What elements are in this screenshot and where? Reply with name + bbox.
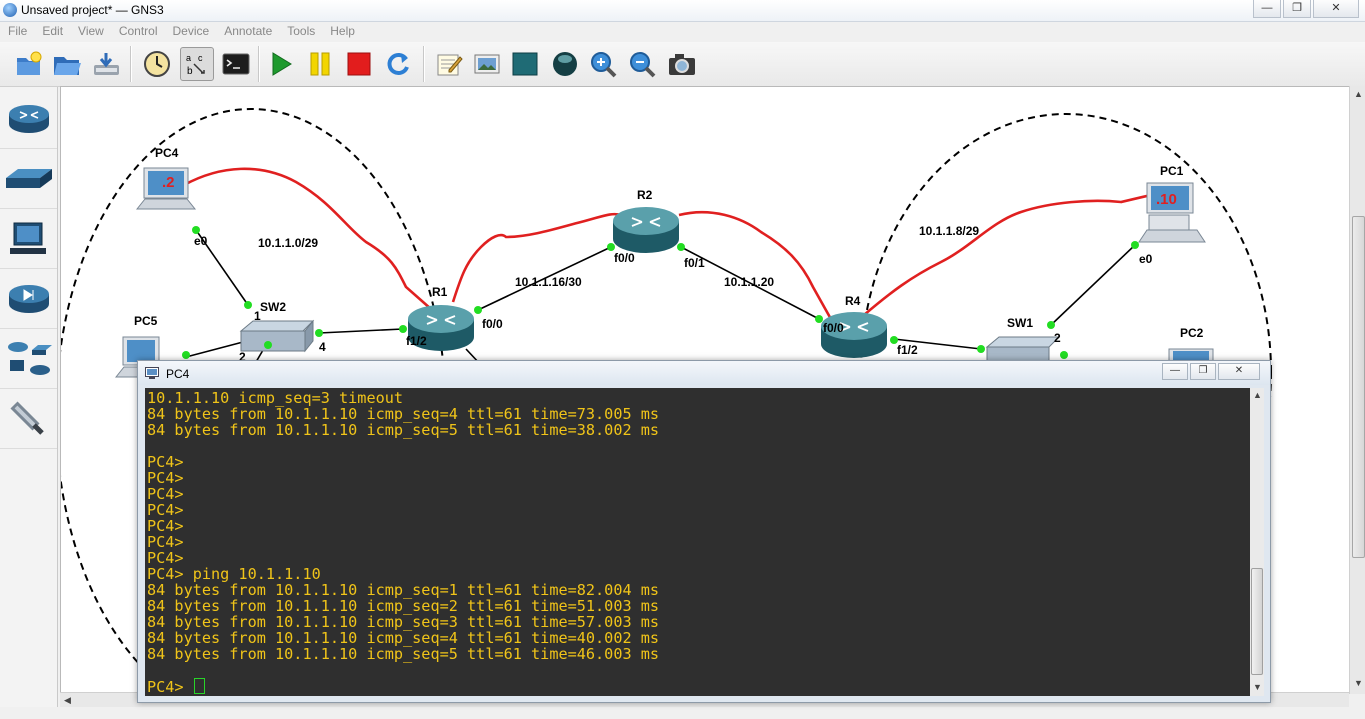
capture-trace-r4-pc1 bbox=[863, 193, 1152, 316]
scroll-down-arrow-icon[interactable]: ▼ bbox=[1354, 678, 1363, 688]
suspend-all-icon[interactable] bbox=[303, 47, 337, 81]
stop-all-icon[interactable] bbox=[342, 47, 376, 81]
sw2-device bbox=[239, 319, 315, 353]
scroll-up-arrow-icon[interactable]: ▲ bbox=[1354, 89, 1363, 99]
terminal-prompt: PC4> bbox=[147, 678, 193, 696]
port-label-sw2-1: 1 bbox=[254, 309, 261, 323]
port-label-sw1-2: 2 bbox=[1054, 331, 1061, 345]
snapshot-icon[interactable] bbox=[140, 47, 174, 81]
console-maximize-button[interactable]: ❐ bbox=[1190, 363, 1216, 380]
r1-label: R1 bbox=[432, 285, 448, 299]
save-project-icon[interactable] bbox=[89, 47, 123, 81]
svg-text:b: b bbox=[187, 66, 193, 77]
main-toolbar: acb bbox=[0, 42, 1365, 87]
terminal-scroll-up-icon[interactable]: ▲ bbox=[1253, 390, 1262, 400]
pc2-label: PC2 bbox=[1180, 326, 1204, 340]
sw2-label: SW2 bbox=[260, 300, 287, 314]
minimize-button[interactable]: — bbox=[1253, 0, 1281, 18]
pc4-console-window[interactable]: PC4 — ❐ ✕ 10.1.1.10 icmp_seq=3 timeout 8… bbox=[137, 360, 1271, 703]
menu-device[interactable]: Device bbox=[165, 22, 217, 41]
port-label-sw2-4: 4 bbox=[319, 340, 326, 354]
console-titlebar[interactable]: PC4 — ❐ ✕ bbox=[138, 361, 1270, 385]
all-devices-icon[interactable] bbox=[0, 330, 57, 389]
pc4-screen-label: .2 bbox=[162, 174, 175, 191]
open-project-icon[interactable] bbox=[50, 47, 84, 81]
console-minimize-button[interactable]: — bbox=[1162, 363, 1188, 380]
terminal-scroll-down-icon[interactable]: ▼ bbox=[1253, 682, 1262, 692]
reload-all-icon[interactable] bbox=[381, 47, 415, 81]
subnet-label-r2-r4[interactable]: 10.1.1.20 bbox=[724, 275, 774, 289]
security-device-icon[interactable] bbox=[0, 270, 57, 329]
menu-tools[interactable]: Tools bbox=[279, 22, 322, 41]
subnet-label-left[interactable]: 10.1.1.0/29 bbox=[258, 236, 318, 250]
terminal-text: 10.1.1.10 icmp_seq=3 timeout 84 bytes fr… bbox=[145, 388, 1257, 695]
maximize-button[interactable]: ❐ bbox=[1283, 0, 1311, 18]
port-label-r2-f01: f0/1 bbox=[684, 256, 705, 270]
status-bar bbox=[0, 707, 1365, 719]
show-interface-labels-icon[interactable]: acb bbox=[180, 47, 214, 81]
r2-label: R2 bbox=[637, 188, 653, 202]
pc4-label: PC4 bbox=[155, 146, 179, 160]
sw1-label: SW1 bbox=[1007, 316, 1034, 330]
menu-view[interactable]: View bbox=[70, 22, 111, 41]
menu-help[interactable]: Help bbox=[322, 22, 362, 41]
console-all-icon[interactable] bbox=[219, 47, 253, 81]
console-window-icon bbox=[145, 367, 159, 379]
close-button[interactable]: ✕ bbox=[1313, 0, 1359, 18]
r2-device bbox=[613, 207, 679, 253]
start-all-icon[interactable] bbox=[264, 47, 298, 81]
add-note-icon[interactable] bbox=[432, 47, 466, 81]
menu-edit[interactable]: Edit bbox=[34, 22, 70, 41]
window-titlebar: Unsaved project* — GNS3 — ❐ ✕ bbox=[0, 0, 1365, 22]
port-label-r1-f12: f1/2 bbox=[406, 334, 427, 348]
terminal-scrollbar[interactable]: ▲ ▼ bbox=[1250, 388, 1264, 696]
port-label-r4-f12: f1/2 bbox=[897, 343, 918, 357]
pc1-screen-label: .10 bbox=[1156, 191, 1177, 208]
switch-icon[interactable] bbox=[0, 150, 57, 209]
end-device-icon[interactable] bbox=[0, 210, 57, 269]
port-label-r1-f00: f0/0 bbox=[482, 317, 503, 331]
draw-ellipse-icon[interactable] bbox=[548, 47, 582, 81]
insert-picture-icon[interactable] bbox=[470, 47, 504, 81]
subnet-label-right[interactable]: 10.1.1.8/29 bbox=[919, 224, 979, 238]
menu-annotate[interactable]: Annotate bbox=[216, 22, 279, 41]
port-label-r4-f00: f0/0 bbox=[823, 321, 844, 335]
terminal-scroll-thumb[interactable] bbox=[1251, 568, 1263, 675]
gns3-app-icon bbox=[3, 3, 17, 17]
menu-bar: File Edit View Control Device Annotate T… bbox=[0, 22, 1365, 41]
menu-control[interactable]: Control bbox=[111, 22, 165, 41]
menu-file[interactable]: File bbox=[0, 22, 34, 41]
port-label-pc4-e0: e0 bbox=[194, 234, 208, 248]
draw-rectangle-icon[interactable] bbox=[508, 47, 542, 81]
svg-text:c: c bbox=[198, 53, 203, 63]
new-project-icon[interactable] bbox=[11, 47, 45, 81]
zoom-in-icon[interactable] bbox=[587, 47, 621, 81]
port-label-pc1-e0: e0 bbox=[1139, 252, 1153, 266]
terminal-line: 84 bytes from 10.1.1.10 icmp_seq=5 ttl=6… bbox=[147, 645, 660, 663]
pc1-label: PC1 bbox=[1160, 164, 1184, 178]
r4-device bbox=[821, 312, 887, 358]
console-title: PC4 bbox=[166, 367, 190, 381]
terminal-line: 84 bytes from 10.1.1.10 icmp_seq=5 ttl=6… bbox=[147, 421, 660, 439]
canvas-vertical-scrollbar[interactable]: ▲ ▼ bbox=[1349, 86, 1365, 694]
add-link-icon[interactable] bbox=[0, 390, 57, 449]
subnet-label-r1-r2[interactable]: 10.1.1.16/30 bbox=[515, 275, 582, 289]
scroll-left-arrow-icon[interactable]: ◀ bbox=[64, 695, 71, 706]
console-close-button[interactable]: ✕ bbox=[1218, 363, 1260, 380]
canvas-vertical-scroll-thumb[interactable] bbox=[1352, 216, 1365, 558]
r4-label: R4 bbox=[845, 294, 861, 308]
port-label-r2-f00: f0/0 bbox=[614, 251, 635, 265]
terminal-output[interactable]: 10.1.1.10 icmp_seq=3 timeout 84 bytes fr… bbox=[145, 388, 1257, 696]
terminal-cursor bbox=[193, 678, 205, 694]
svg-text:a: a bbox=[186, 53, 191, 63]
zoom-out-icon[interactable] bbox=[626, 47, 660, 81]
pc5-label: PC5 bbox=[134, 314, 158, 328]
router-icon[interactable] bbox=[0, 90, 57, 149]
window-title: Unsaved project* — GNS3 bbox=[21, 3, 164, 17]
device-type-sidebar bbox=[0, 87, 58, 707]
screenshot-icon[interactable] bbox=[665, 47, 699, 81]
